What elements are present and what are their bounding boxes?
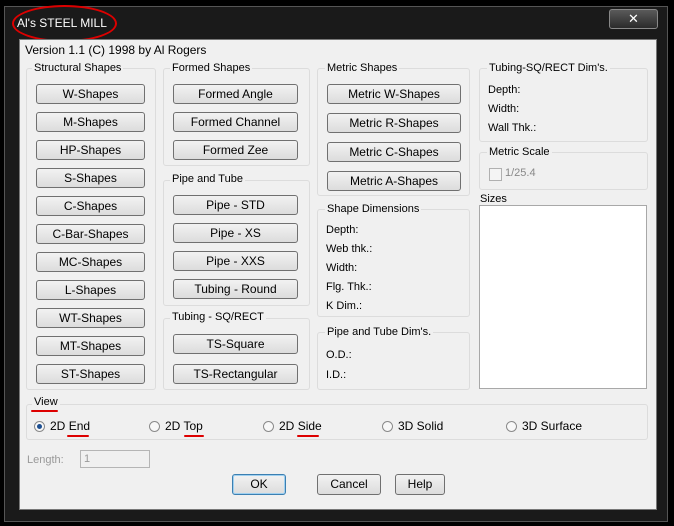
- structural-button-l-shapes[interactable]: L-Shapes: [36, 280, 145, 300]
- structural-button-st-shapes[interactable]: ST-Shapes: [36, 364, 145, 384]
- view-option-text: Side: [297, 419, 322, 433]
- view-option-prefix: 2D: [279, 419, 298, 433]
- shape-dim-field-label: Width:: [326, 262, 358, 274]
- view-option-text: Top: [183, 419, 203, 433]
- view-radio-2d-top[interactable]: [149, 421, 160, 432]
- structural-button-w-shapes[interactable]: W-Shapes: [36, 84, 145, 104]
- tubing-sq-button-ts-square[interactable]: TS-Square: [173, 334, 298, 354]
- view-option-label[interactable]: 2D Top: [165, 419, 203, 433]
- shape-dim-field-label: K Dim.:: [326, 300, 363, 312]
- view-radio-2d-side[interactable]: [263, 421, 274, 432]
- view-radio-2d-end[interactable]: [34, 421, 45, 432]
- structural-button-s-shapes[interactable]: S-Shapes: [36, 168, 145, 188]
- tube-dim-field-label: Depth:: [488, 84, 521, 96]
- shape-dimensions-label: Shape Dimensions: [325, 203, 422, 215]
- pipe-button-pipe-std[interactable]: Pipe - STD: [173, 195, 298, 215]
- pipe-button-pipe-xs[interactable]: Pipe - XS: [173, 223, 298, 243]
- formed-shapes-label: Formed Shapes: [170, 62, 253, 74]
- view-option-text: 3D Surface: [522, 419, 583, 433]
- pipe-tube-dims-group: [317, 332, 470, 390]
- view-radio-3d-surface[interactable]: [506, 421, 517, 432]
- shape-dim-field-label: Flg. Thk.:: [326, 281, 372, 293]
- tube-dim-field-label: Width:: [488, 103, 520, 115]
- cancel-button[interactable]: Cancel: [317, 474, 381, 495]
- formed-button-formed-channel[interactable]: Formed Channel: [173, 112, 298, 132]
- dialog-client-area: Version 1.1 (C) 1998 by Al Rogers Struct…: [19, 39, 657, 510]
- structural-shapes-label: Structural Shapes: [32, 62, 124, 74]
- view-option-underline: [297, 435, 319, 437]
- metric-scale-checkbox[interactable]: [489, 168, 502, 181]
- view-option-prefix: 2D: [50, 419, 69, 433]
- pipe-button-tubing-round[interactable]: Tubing - Round: [173, 279, 298, 299]
- pipe-tube-label: Pipe and Tube: [170, 173, 245, 185]
- tubing-sq-label: Tubing - SQ/RECT: [170, 311, 266, 323]
- metric-shapes-label: Metric Shapes: [325, 62, 400, 74]
- ok-button[interactable]: OK: [232, 474, 286, 495]
- formed-button-formed-angle[interactable]: Formed Angle: [173, 84, 298, 104]
- view-option-prefix: 2D: [165, 419, 184, 433]
- view-label: View: [32, 396, 60, 408]
- close-button[interactable]: ✕: [609, 9, 658, 29]
- pipe-dim-field-label: O.D.:: [326, 349, 352, 361]
- structural-button-m-shapes[interactable]: M-Shapes: [36, 112, 145, 132]
- metric-button-metric-a-shapes[interactable]: Metric A-Shapes: [327, 171, 461, 191]
- metric-button-metric-r-shapes[interactable]: Metric R-Shapes: [327, 113, 461, 133]
- pipe-tube-dims-label: Pipe and Tube Dim's.: [325, 326, 434, 338]
- view-option-label[interactable]: 2D Side: [279, 419, 322, 433]
- structural-button-wt-shapes[interactable]: WT-Shapes: [36, 308, 145, 328]
- metric-button-metric-w-shapes[interactable]: Metric W-Shapes: [327, 84, 461, 104]
- metric-scale-checkbox-label: 1/25.4: [505, 167, 536, 179]
- help-button[interactable]: Help: [395, 474, 445, 495]
- tubing-dims-label: Tubing-SQ/RECT Dim's.: [487, 62, 610, 74]
- close-icon: ✕: [628, 11, 639, 26]
- tubing-sq-button-ts-rectangular[interactable]: TS-Rectangular: [173, 364, 298, 384]
- pipe-dim-field-label: I.D.:: [326, 369, 347, 381]
- view-option-label[interactable]: 3D Surface: [522, 419, 582, 433]
- view-option-label[interactable]: 3D Solid: [398, 419, 443, 433]
- view-underline: [31, 410, 58, 412]
- length-label: Length:: [27, 454, 64, 466]
- sizes-label: Sizes: [480, 193, 507, 205]
- view-option-label[interactable]: 2D End: [50, 419, 90, 433]
- shape-dim-field-label: Depth:: [326, 224, 359, 236]
- structural-button-mt-shapes[interactable]: MT-Shapes: [36, 336, 145, 356]
- formed-button-formed-zee[interactable]: Formed Zee: [173, 140, 298, 160]
- structural-button-c-shapes[interactable]: C-Shapes: [36, 196, 145, 216]
- length-input[interactable]: 1: [80, 450, 150, 468]
- shape-dim-field-label: Web thk.:: [326, 243, 373, 255]
- view-option-text: End: [68, 419, 91, 433]
- sizes-listbox[interactable]: [479, 205, 647, 389]
- tube-dim-field-label: Wall Thk.:: [488, 122, 537, 134]
- pipe-button-pipe-xxs[interactable]: Pipe - XXS: [173, 251, 298, 271]
- view-option-underline: [184, 435, 204, 437]
- metric-scale-label: Metric Scale: [487, 146, 552, 158]
- metric-button-metric-c-shapes[interactable]: Metric C-Shapes: [327, 142, 461, 162]
- view-option-underline: [67, 435, 89, 437]
- view-option-text: 3D Solid: [398, 419, 444, 433]
- view-radio-3d-solid[interactable]: [382, 421, 393, 432]
- structural-button-mc-shapes[interactable]: MC-Shapes: [36, 252, 145, 272]
- title-highlight-ellipse: [12, 5, 117, 42]
- structural-button-c-bar-shapes[interactable]: C-Bar-Shapes: [36, 224, 145, 244]
- structural-button-hp-shapes[interactable]: HP-Shapes: [36, 140, 145, 160]
- version-label: Version 1.1 (C) 1998 by Al Rogers: [25, 43, 207, 57]
